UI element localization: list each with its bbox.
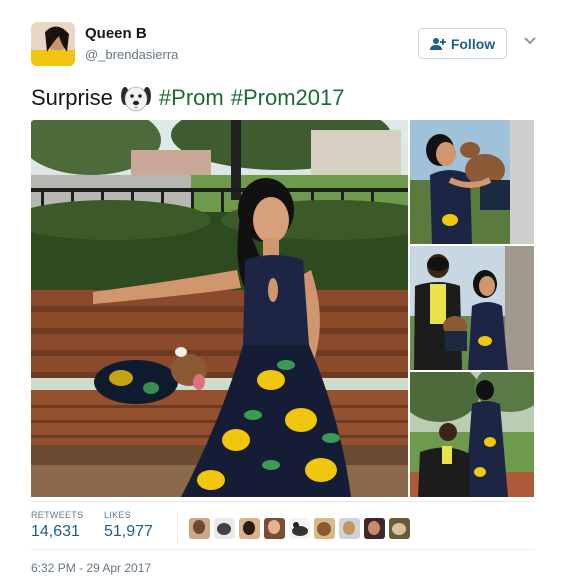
hashtag-prom[interactable]: #Prom: [159, 85, 224, 111]
retweets-count: 14,631: [31, 523, 80, 540]
likes-stat[interactable]: LIKES 51,977: [104, 510, 153, 541]
stats-divider-bottom: [31, 549, 534, 550]
retweets-stat[interactable]: RETWEETS 14,631: [31, 510, 83, 541]
media-grid: [31, 120, 534, 497]
main-photo[interactable]: [31, 120, 408, 497]
liker-avatars: [189, 518, 410, 539]
display-name[interactable]: Queen B: [85, 25, 178, 42]
liker-avatar[interactable]: [289, 518, 310, 539]
user-handle[interactable]: @_brendasierra: [85, 47, 178, 62]
tweet-text-body: Surprise: [31, 85, 113, 110]
tweet-timestamp[interactable]: 6:32 PM - 29 Apr 2017: [31, 561, 151, 575]
side-photo-kiss[interactable]: [410, 120, 534, 244]
follow-label: Follow: [450, 35, 496, 52]
liker-avatar[interactable]: [339, 518, 360, 539]
liker-avatar[interactable]: [189, 518, 210, 539]
tweet-text: Surprise #Prom #Prom2017: [31, 84, 344, 112]
user-names: Queen B @_brendasierra: [85, 25, 178, 62]
liker-avatar[interactable]: [389, 518, 410, 539]
hashtag-prom2017[interactable]: #Prom2017: [231, 85, 345, 111]
liker-avatar[interactable]: [239, 518, 260, 539]
tweet-header: Queen B @_brendasierra Follow: [31, 22, 541, 68]
dog-face-icon: [120, 84, 152, 112]
likes-count: 51,977: [104, 523, 153, 540]
avatar[interactable]: [31, 22, 75, 66]
stats-divider-top: [31, 501, 534, 502]
follow-button[interactable]: Follow: [418, 28, 507, 59]
side-photo-couple[interactable]: [410, 246, 534, 370]
chevron-down-icon[interactable]: [523, 34, 537, 48]
side-photo-group[interactable]: [410, 372, 534, 497]
likes-label: LIKES: [104, 510, 132, 520]
liker-avatar[interactable]: [364, 518, 385, 539]
stats-separator: [177, 512, 178, 544]
liker-avatar[interactable]: [214, 518, 235, 539]
liker-avatar[interactable]: [264, 518, 285, 539]
add-user-icon: [429, 37, 446, 51]
retweets-label: RETWEETS: [31, 510, 84, 520]
liker-avatar[interactable]: [314, 518, 335, 539]
tweet-stats: RETWEETS 14,631 LIKES 51,977: [31, 510, 534, 546]
